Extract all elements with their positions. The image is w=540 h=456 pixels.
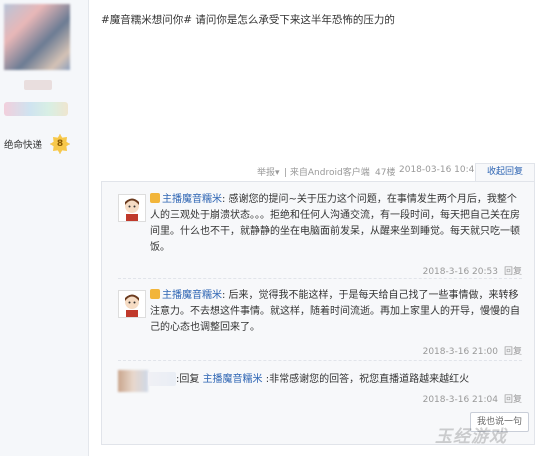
- floor-number: 47楼: [375, 168, 396, 178]
- post-time: 2018-03-16 10:41: [399, 165, 481, 175]
- avatar[interactable]: [118, 194, 146, 222]
- reply-button[interactable]: 回复: [504, 395, 522, 405]
- reply-time: 2018-3-16 21:00: [422, 347, 498, 357]
- level-badge-icon: 8: [50, 134, 70, 154]
- reply-text: 主播魔音糯米: 感谢您的提问~关于压力这个问题，在事情发生两个月后，我整个人的三…: [150, 192, 522, 256]
- site-watermark: 玉经游戏: [435, 427, 507, 447]
- reply-text: :回复 主播魔音糯米 :非常感谢您的回答，祝您直播道路越来越红火: [176, 372, 526, 388]
- reply-prefix: :回复: [176, 374, 203, 385]
- vip-icon: [150, 289, 160, 299]
- reply-username[interactable]: 主播魔音糯米: [162, 290, 222, 301]
- reply-content: :非常感谢您的回答，祝您直播道路越来越红火: [262, 374, 470, 385]
- level-title: 绝命快递: [4, 140, 43, 151]
- cartoon-avatar-icon: [119, 195, 145, 221]
- client-source: | 来自Android客户端: [284, 168, 370, 178]
- username-redacted: [148, 372, 176, 386]
- vip-icon: [150, 193, 160, 203]
- user-badges-redacted: [4, 102, 68, 116]
- divider: [118, 278, 522, 279]
- reply-button[interactable]: 回复: [504, 347, 522, 357]
- reply-text: 主播魔音糯米: 后来，觉得我不能这样，于是每天给自己找了一些事情做，来转移注意力…: [150, 288, 522, 336]
- post-content: #魔音糯米想问你# 请问你是怎么承受下来这半年恐怖的压力的: [101, 14, 395, 26]
- user-avatar[interactable]: [4, 4, 70, 70]
- collapse-replies-button[interactable]: 收起回复: [475, 163, 535, 181]
- reply-button[interactable]: 回复: [504, 267, 522, 277]
- reply-username[interactable]: 主播魔音糯米: [203, 374, 263, 385]
- avatar[interactable]: [118, 290, 146, 318]
- reply-username[interactable]: 主播魔音糯米: [162, 194, 222, 205]
- report-link[interactable]: 举报▾: [257, 165, 280, 178]
- username-redacted: [24, 80, 52, 90]
- reply-list: 主播魔音糯米: 感谢您的提问~关于压力这个问题，在事情发生两个月后，我整个人的三…: [101, 181, 535, 445]
- divider: [118, 360, 522, 361]
- reply-meta: 2018-3-16 20:53 回复: [423, 264, 522, 277]
- user-sidebar: 绝命快递 8: [0, 0, 89, 456]
- reply-time: 2018-3-16 20:53: [422, 267, 498, 277]
- reply-time: 2018-3-16 21:04: [422, 395, 498, 405]
- reply-meta: 2018-3-16 21:00 回复: [423, 344, 522, 357]
- dropdown-arrow-icon: ▾: [275, 168, 280, 178]
- cartoon-avatar-icon: [119, 291, 145, 317]
- reply-meta: 2018-3-16 21:04 回复: [423, 392, 522, 405]
- avatar[interactable]: [118, 370, 148, 392]
- post-meta-bar: 举报▾ | 来自Android客户端 47楼 2018-03-16 10:41 …: [0, 163, 540, 181]
